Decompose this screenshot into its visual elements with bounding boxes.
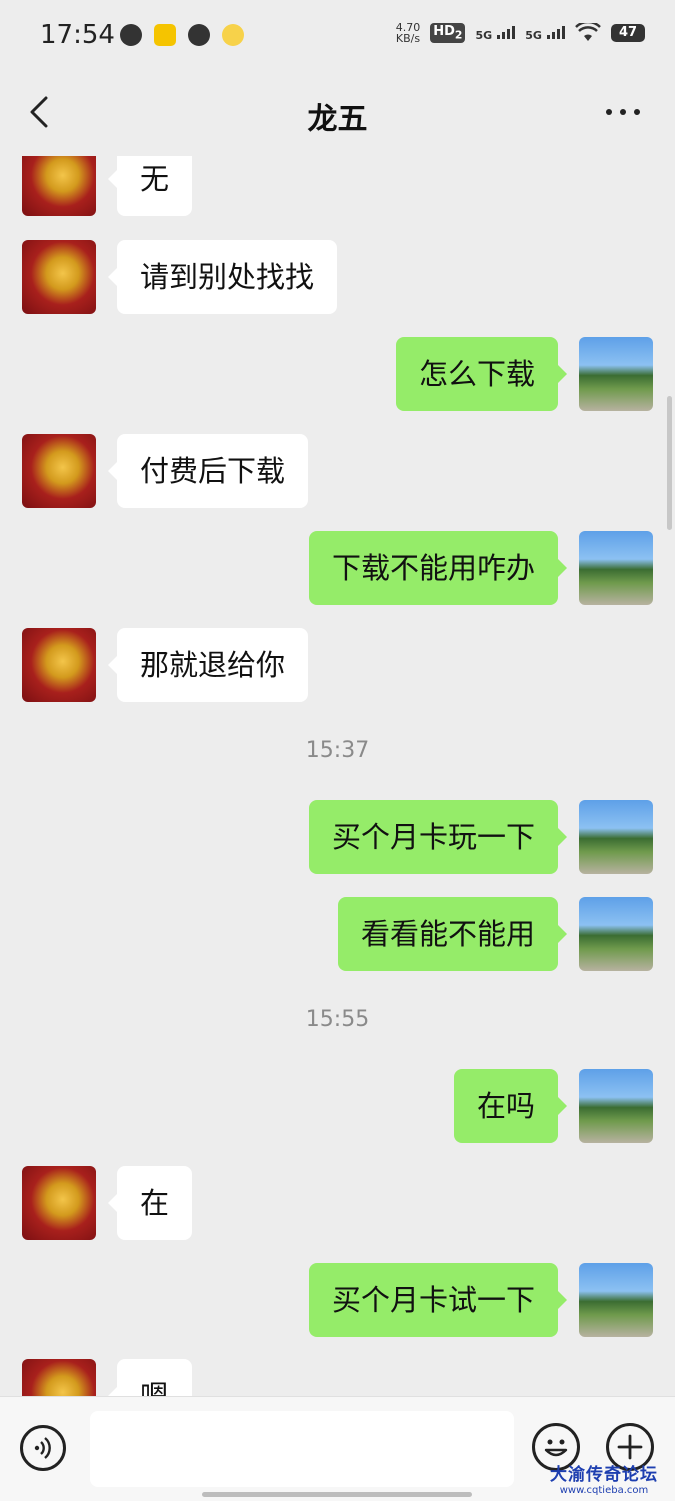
- dot-icon: [634, 109, 640, 115]
- wechat-icon: [120, 24, 142, 46]
- message-timestamp: 15:55: [305, 1007, 370, 1032]
- message-row: 那就退给你: [0, 628, 675, 704]
- self-avatar[interactable]: [579, 1263, 653, 1337]
- notification-icons: [120, 24, 244, 46]
- chat-scrollbar[interactable]: [667, 396, 672, 530]
- watermark-title: 大渝传奇论坛: [550, 1465, 658, 1485]
- message-timestamp: 15:37: [305, 738, 370, 763]
- chat-title: 龙五: [307, 102, 368, 137]
- outgoing-message-bubble[interactable]: 下载不能用咋办: [308, 531, 568, 605]
- incoming-message-bubble[interactable]: 在: [107, 1166, 193, 1240]
- message-row: 在: [0, 1166, 675, 1242]
- contact-avatar[interactable]: [22, 1166, 96, 1240]
- message-row: 在吗: [0, 1069, 675, 1145]
- network-speed: 4.70 KB/s: [396, 22, 421, 44]
- outgoing-message-bubble[interactable]: 在吗: [453, 1069, 568, 1143]
- outgoing-message-bubble[interactable]: 买个月卡试一下: [308, 1263, 568, 1337]
- forum-watermark: 大渝传奇论坛 www.cqtieba.com: [550, 1460, 658, 1496]
- message-row: 下载不能用咋办: [0, 531, 675, 607]
- message-row: 无: [0, 156, 675, 218]
- dot-icon: [620, 109, 626, 115]
- wifi-icon: [575, 23, 601, 41]
- incoming-message-bubble[interactable]: 嗯: [107, 1359, 193, 1396]
- chat-header: 龙五: [0, 72, 675, 156]
- bear-app-icon: [222, 24, 244, 46]
- dot-icon: [606, 109, 612, 115]
- incoming-message-bubble[interactable]: 那就退给你: [107, 628, 309, 702]
- signal-1-label: 5G: [475, 28, 493, 42]
- home-indicator[interactable]: [202, 1492, 472, 1497]
- network-speed-unit: KB/s: [395, 32, 421, 45]
- message-row: 付费后下载: [0, 434, 675, 510]
- contact-avatar[interactable]: [22, 628, 96, 702]
- cloud-icon: [188, 24, 210, 46]
- signal-bars-icon: [497, 25, 516, 39]
- signal-bars-icon: [547, 25, 565, 39]
- message-row: 怎么下载: [0, 337, 675, 413]
- message-row: 买个月卡玩一下: [0, 800, 675, 876]
- message-input[interactable]: [90, 1411, 514, 1487]
- battery-icon: 47: [611, 24, 645, 42]
- incoming-message-bubble[interactable]: 无: [107, 156, 193, 216]
- status-time: 17:54: [40, 20, 115, 50]
- self-avatar[interactable]: [579, 1069, 653, 1143]
- system-indicators: 4.70 KB/s HD2 5G 5G 47: [396, 22, 645, 44]
- message-row: 看看能不能用: [0, 897, 675, 973]
- voice-button[interactable]: [20, 1425, 66, 1471]
- status-bar: 17:54 4.70 KB/s HD2 5G 5G 47: [0, 0, 675, 72]
- self-avatar[interactable]: [579, 897, 653, 971]
- watermark-url: www.cqtieba.com: [559, 1485, 649, 1496]
- self-avatar[interactable]: [579, 531, 653, 605]
- hd-voice-icon: HD2: [430, 23, 466, 43]
- outgoing-message-bubble[interactable]: 看看能不能用: [337, 897, 568, 971]
- contact-avatar[interactable]: [22, 156, 96, 216]
- hd-label: HD: [433, 24, 455, 40]
- message-row: 请到别处找找: [0, 240, 675, 316]
- outgoing-message-bubble[interactable]: 怎么下载: [395, 337, 568, 411]
- contact-avatar[interactable]: [22, 434, 96, 508]
- hd-sub-label: 2: [454, 28, 463, 42]
- voice-icon: [34, 1437, 51, 1459]
- self-avatar[interactable]: [579, 800, 653, 874]
- message-list[interactable]: 无 请到别处找找 怎么下载 付费后下载 下载不能用咋办 那就退给你 15:37 …: [0, 156, 675, 1396]
- contact-avatar[interactable]: [22, 1359, 96, 1396]
- outgoing-message-bubble[interactable]: 买个月卡玩一下: [308, 800, 568, 874]
- message-row: 买个月卡试一下: [0, 1263, 675, 1339]
- app-notification-icon: [154, 24, 176, 46]
- incoming-message-bubble[interactable]: 请到别处找找: [107, 240, 338, 314]
- more-options-button[interactable]: [603, 100, 643, 124]
- signal-1: 5G: [475, 24, 516, 43]
- signal-2: 5G: [525, 24, 565, 43]
- incoming-message-bubble[interactable]: 付费后下载: [107, 434, 309, 508]
- signal-2-label: 5G: [525, 28, 542, 42]
- message-row: 嗯: [0, 1359, 675, 1396]
- contact-avatar[interactable]: [22, 240, 96, 314]
- self-avatar[interactable]: [579, 337, 653, 411]
